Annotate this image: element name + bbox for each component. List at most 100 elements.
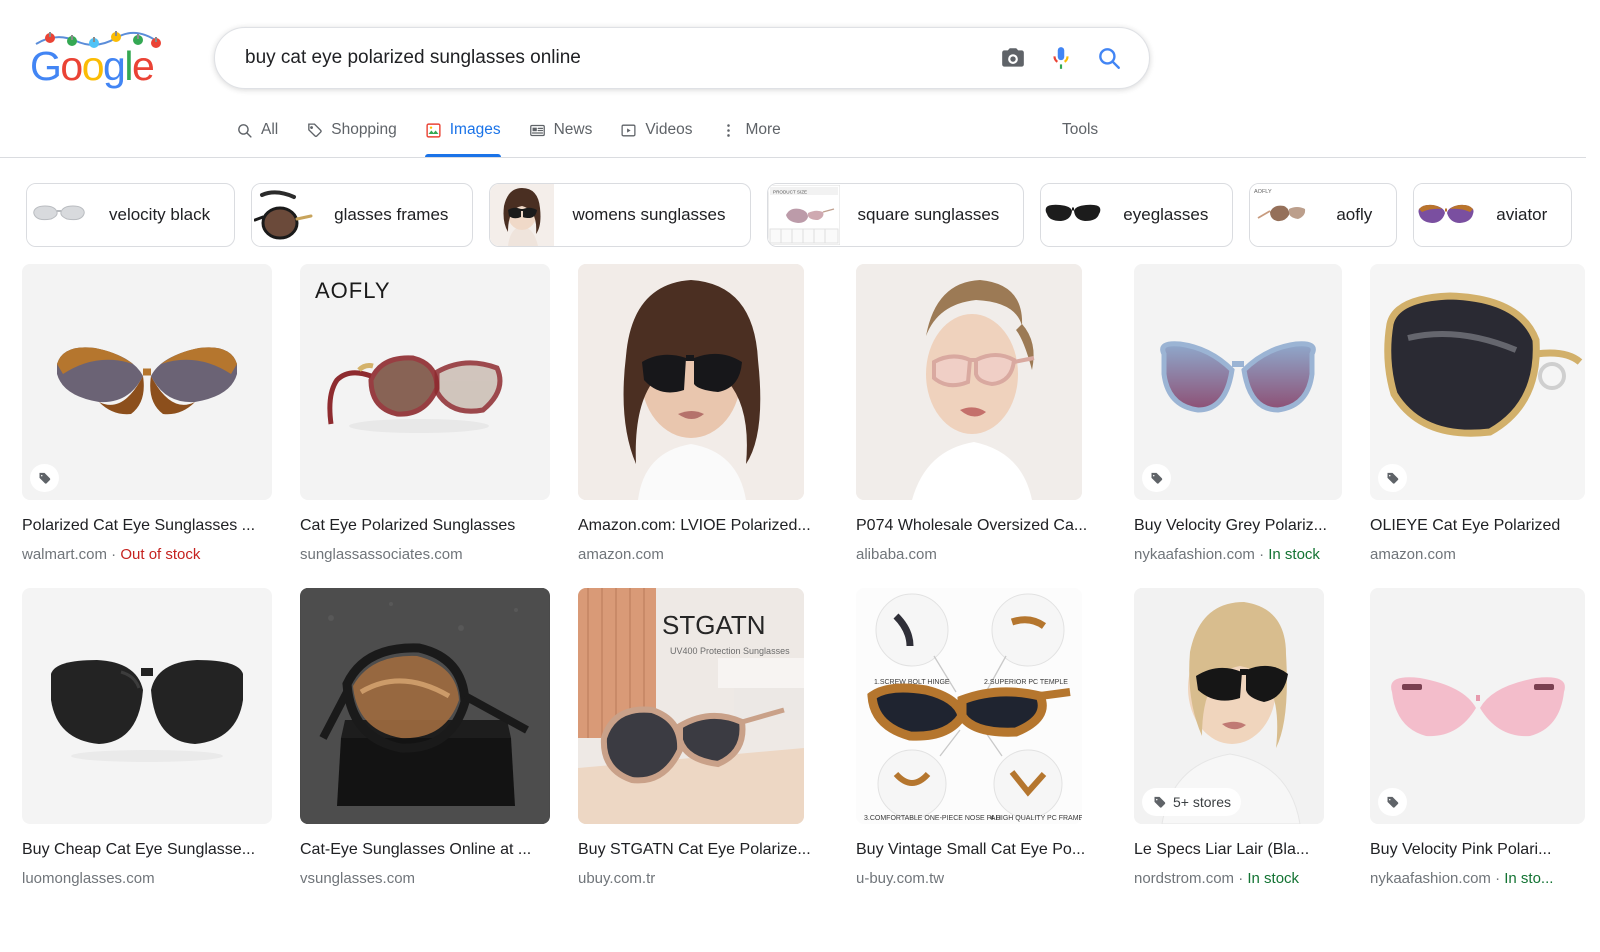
tag-icon (1151, 472, 1163, 484)
result-title[interactable]: Le Specs Liar Lair (Bla... (1134, 840, 1342, 860)
chip-label: glasses frames (334, 205, 449, 224)
google-logo-text: Google (30, 43, 155, 89)
black-gold-round-frames-icon (254, 190, 313, 240)
google-logo[interactable]: Google (30, 26, 190, 88)
tab-news[interactable]: News (515, 103, 607, 157)
chip-eyeglasses[interactable]: eyeglasses (1040, 183, 1234, 247)
tab-videos[interactable]: Videos (606, 103, 706, 157)
result-title[interactable]: Cat-Eye Sunglasses Online at ... (300, 840, 550, 860)
chip-glasses-frames[interactable]: glasses frames (251, 183, 474, 247)
chip-thumbnail (1041, 184, 1106, 246)
image-result-card[interactable]: Cat-Eye Sunglasses Online at ... vsungla… (300, 588, 550, 888)
result-thumbnail[interactable] (22, 264, 272, 500)
result-source: nykaafashion.com · In stock (1134, 546, 1320, 563)
result-stock-status: In stock (1268, 546, 1320, 563)
image-result-card[interactable]: 5+ stores Le Specs Liar Lair (Bla... nor… (1134, 588, 1342, 888)
result-stock-status: In stock (1247, 870, 1300, 887)
chip-label: square sunglasses (857, 205, 1000, 224)
svg-text:AOFLY: AOFLY (1254, 189, 1272, 195)
chip-label: eyeglasses (1123, 205, 1209, 224)
shopping-tag-badge[interactable] (1378, 464, 1407, 492)
result-thumbnail[interactable] (856, 264, 1082, 500)
result-source: sunglassassociates.com (300, 546, 463, 563)
result-title[interactable]: Cat Eye Polarized Sunglasses (300, 516, 550, 536)
tag-icon (1387, 796, 1399, 808)
image-result-card[interactable]: OLIEYE Cat Eye Polarized amazon.com (1370, 264, 1585, 564)
result-thumbnail[interactable]: 1.SCREW BOLT HINGE 2.SUPERIOR PC TEMPLE … (856, 588, 1082, 824)
image-result-card[interactable]: Polarized Cat Eye Sunglasses ... walmart… (22, 264, 272, 564)
image-result-card[interactable]: STGATN UV400 Protection Sunglasses Buy S… (578, 588, 828, 888)
svg-text:UV400 Protection Sunglasses: UV400 Protection Sunglasses (670, 646, 790, 656)
result-title[interactable]: Buy Velocity Grey Polariz... (1134, 516, 1342, 536)
search-submit-icon[interactable] (1085, 34, 1133, 82)
page-header: Google buy cat eye polarized sunglasses … (0, 0, 1600, 158)
tab-all[interactable]: All (236, 103, 292, 157)
result-thumbnail[interactable]: AOFLY (300, 264, 550, 500)
chip-womens-sunglasses[interactable]: womens sunglasses (489, 183, 751, 247)
shopping-tag-badge[interactable] (1378, 788, 1407, 816)
result-stock-status: Out of stock (120, 546, 201, 563)
search-bar[interactable] (214, 27, 1150, 89)
tab-label: More (745, 121, 781, 138)
product-size-chart-icon: PRODUCT SIZE (767, 185, 840, 245)
result-title[interactable]: Buy Vintage Small Cat Eye Po... (856, 840, 1106, 860)
page-scrollbar[interactable] (1586, 0, 1600, 952)
image-result-card[interactable]: Buy Velocity Grey Polariz... nykaafashio… (1134, 264, 1342, 564)
microphone-icon[interactable] (1037, 34, 1085, 82)
chip-thumbnail (27, 184, 91, 246)
chip-aviator[interactable]: aviator (1413, 183, 1573, 247)
chip-square-sunglasses[interactable]: PRODUCT SIZE square sunglasses (766, 183, 1025, 247)
store-count-badge[interactable]: 5+ stores (1142, 788, 1241, 816)
result-title[interactable]: P074 Wholesale Oversized Ca... (856, 516, 1106, 536)
tab-images[interactable]: Images (411, 103, 515, 157)
result-thumbnail[interactable]: 5+ stores (1134, 588, 1324, 824)
logo-letter: e (131, 43, 155, 89)
result-thumbnail[interactable] (22, 588, 272, 824)
search-input[interactable] (215, 28, 989, 88)
result-title[interactable]: Buy Cheap Cat Eye Sunglasse... (22, 840, 272, 860)
tag-icon (1387, 472, 1399, 484)
result-title[interactable]: Buy STGATN Cat Eye Polarize... (578, 840, 828, 860)
result-source: amazon.com (578, 546, 664, 563)
image-result-card[interactable]: AOFLY Cat Eye Polarized Sunglasses sungl… (300, 264, 550, 564)
logo-letter: l (124, 43, 133, 89)
result-title[interactable]: Polarized Cat Eye Sunglasses ... (22, 516, 272, 536)
black-rounded-square-sunglasses-image (51, 660, 243, 762)
play-box-icon (620, 122, 637, 139)
result-title[interactable]: Buy Velocity Pink Polari... (1370, 840, 1585, 860)
result-thumbnail[interactable] (300, 588, 550, 824)
image-result-card[interactable]: Amazon.com: LVIOE Polarized... amazon.co… (578, 264, 828, 564)
result-thumbnail[interactable] (1370, 264, 1585, 500)
tab-label: Images (449, 121, 501, 138)
woman-wearing-cat-eye-icon (490, 184, 555, 246)
tools-button[interactable]: Tools (1062, 103, 1098, 157)
tortoise-cat-eye-sunglasses-image (57, 347, 237, 415)
result-title[interactable]: OLIEYE Cat Eye Polarized (1370, 516, 1585, 536)
chip-aofly[interactable]: AOFLY aofly (1249, 183, 1398, 247)
tab-more[interactable]: More (706, 103, 794, 157)
result-thumbnail[interactable] (1370, 588, 1585, 824)
chip-thumbnail (252, 184, 317, 246)
result-thumbnail[interactable] (1134, 264, 1342, 500)
result-thumbnail[interactable] (578, 264, 804, 500)
tab-shopping[interactable]: Shopping (292, 103, 411, 157)
logo-letter: g (103, 43, 126, 89)
shopping-tag-badge[interactable] (1142, 464, 1171, 492)
result-title[interactable]: Amazon.com: LVIOE Polarized... (578, 516, 828, 536)
chip-velocity-black[interactable]: velocity black (26, 183, 236, 247)
image-result-card[interactable]: 1.SCREW BOLT HINGE 2.SUPERIOR PC TEMPLE … (856, 588, 1106, 888)
search-icon (236, 122, 253, 139)
svg-text:2.SUPERIOR PC TEMPLE: 2.SUPERIOR PC TEMPLE (984, 679, 1068, 686)
image-result-card[interactable]: P074 Wholesale Oversized Ca... alibaba.c… (856, 264, 1106, 564)
shopping-tag-badge[interactable] (30, 464, 59, 492)
result-thumbnail[interactable]: STGATN UV400 Protection Sunglasses (578, 588, 804, 824)
image-result-card[interactable]: Buy Cheap Cat Eye Sunglasse... luomongla… (22, 588, 272, 888)
svg-text:4.HIGH QUALITY PC FRAME: 4.HIGH QUALITY PC FRAME (990, 815, 1082, 822)
result-domain: nykaafashion.com (1370, 870, 1491, 887)
cat-eye-white-sunglasses-icon (33, 205, 85, 221)
image-result-card[interactable]: Buy Velocity Pink Polari... nykaafashion… (1370, 588, 1585, 888)
kebab-menu-icon (720, 122, 737, 139)
result-domain: walmart.com (22, 546, 108, 563)
chip-label: velocity black (109, 205, 211, 224)
camera-icon[interactable] (989, 34, 1037, 82)
